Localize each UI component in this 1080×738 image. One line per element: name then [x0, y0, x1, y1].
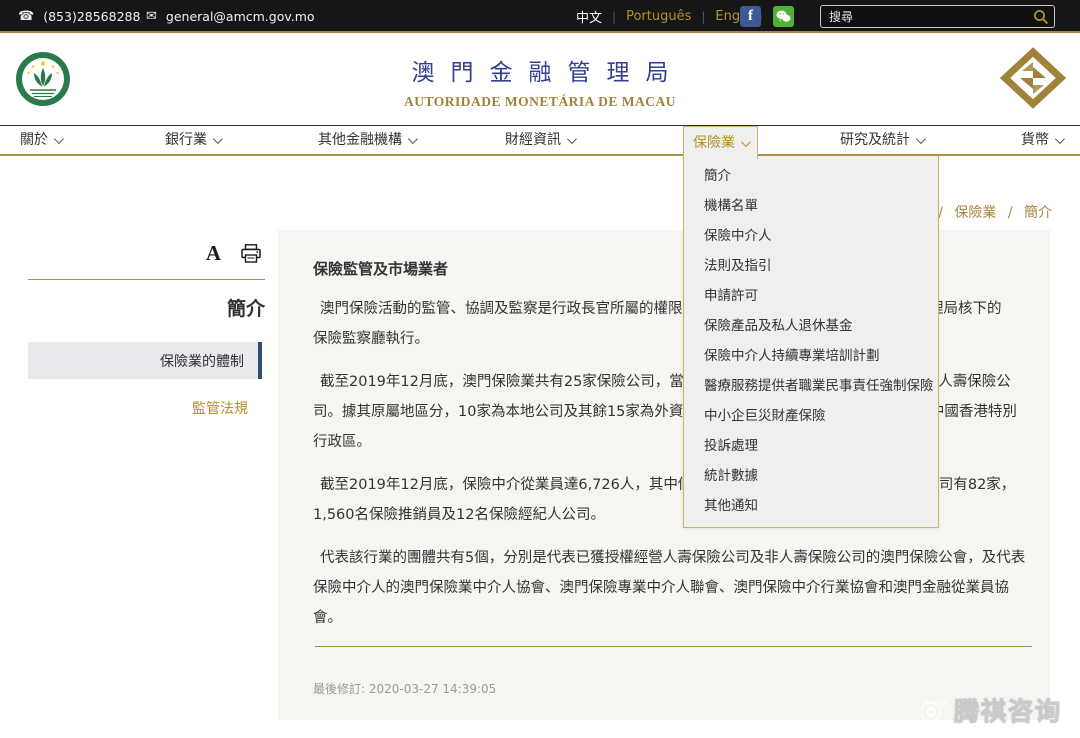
font-size-button[interactable]: A	[206, 243, 221, 264]
nav-item-banking[interactable]: 銀行業	[165, 126, 220, 154]
sidebar-item-insurance-system[interactable]: 保險業的體制	[28, 342, 262, 379]
nav-item-label: 銀行業	[165, 126, 207, 154]
top-bar: ☎ (853)28568288 ✉ general@amcm.gov.mo 中文…	[0, 0, 1080, 33]
sidebar-item-label: 保險業的體制	[160, 351, 244, 371]
dropdown-item-sme-catastrophe-insurance[interactable]: 中小企巨災財產保險	[684, 401, 938, 431]
wechat-icon[interactable]	[773, 6, 794, 27]
amcm-logo[interactable]	[1000, 47, 1066, 109]
breadcrumb-insurance[interactable]: 保險業	[954, 205, 996, 221]
email-address[interactable]: general@amcm.gov.mo	[166, 9, 315, 24]
phone-number: (853)28568288	[43, 9, 140, 24]
dropdown-item-introduction[interactable]: 簡介	[684, 161, 938, 191]
chevron-down-icon	[1055, 134, 1065, 144]
nav-item-about[interactable]: 關於	[20, 126, 61, 154]
nav-item-financial-info[interactable]: 財經資訊	[505, 126, 574, 154]
dropdown-item-statistics[interactable]: 統計數據	[684, 461, 938, 491]
nav-item-label: 研究及統計	[840, 126, 910, 154]
chevron-down-icon	[408, 134, 418, 144]
email-contact[interactable]: ✉ general@amcm.gov.mo	[146, 0, 315, 33]
nav-item-other-financial-institutions[interactable]: 其他金融機構	[318, 126, 415, 154]
dropdown-item-complaints[interactable]: 投訴處理	[684, 431, 938, 461]
search-input[interactable]	[821, 10, 1028, 24]
site-title-chinese: 澳門金融管理局	[16, 53, 1080, 87]
dropdown-item-institution-list[interactable]: 機構名單	[684, 191, 938, 221]
print-button[interactable]	[241, 244, 261, 263]
sidebar-item-regulations[interactable]: 監管法規	[0, 398, 278, 418]
chevron-down-icon	[916, 134, 926, 144]
nav-item-label: 關於	[20, 126, 48, 154]
language-switcher: 中文 | Português | English	[576, 0, 762, 33]
dropdown-item-cpd-programme[interactable]: 保險中介人持續專業培訓計劃	[684, 341, 938, 371]
nav-item-currency[interactable]: 貨幣	[1021, 126, 1062, 154]
site-title-portuguese: AUTORIDADE MONETÁRIA DE MACAU	[0, 94, 1080, 110]
lang-portuguese[interactable]: Português	[626, 9, 691, 24]
dropdown-item-other-notices[interactable]: 其他通知	[684, 491, 938, 521]
phone-icon: ☎	[18, 9, 34, 24]
facebook-icon[interactable]: f	[740, 6, 761, 27]
phone-contact: ☎ (853)28568288	[18, 0, 140, 33]
last-modified: 最後修訂: 2020-03-27 14:39:05	[313, 680, 1032, 697]
nav-item-insurance[interactable]: 保險業	[683, 126, 758, 159]
chevron-down-icon	[213, 134, 223, 144]
lang-chinese[interactable]: 中文	[576, 7, 602, 26]
insurance-dropdown-menu: 簡介 機構名單 保險中介人 法則及指引 申請許可 保險產品及私人退休基金 保險中…	[683, 156, 939, 528]
lang-separator: |	[701, 10, 705, 24]
breadcrumb-current: 簡介	[1024, 205, 1052, 221]
chevron-down-icon	[741, 137, 751, 147]
sidebar-divider	[28, 279, 265, 280]
mail-icon: ✉	[146, 9, 157, 24]
dropdown-item-products-pension-funds[interactable]: 保險產品及私人退休基金	[684, 311, 938, 341]
nav-item-label: 其他金融機構	[318, 126, 402, 154]
content-paragraph: 代表該行業的團體共有5個，分別是代表已獲授權經營人壽保險公司及非人壽保險公司的澳…	[313, 543, 1032, 633]
breadcrumb-separator: /	[1008, 205, 1013, 221]
site-title[interactable]: 澳門金融管理局 AUTORIDADE MONETÁRIA DE MACAU	[0, 53, 1080, 110]
page-tools: A	[0, 243, 278, 264]
social-links: f	[740, 6, 794, 27]
page: ☎ (853)28568288 ✉ general@amcm.gov.mo 中文…	[0, 0, 1080, 738]
lang-separator: |	[612, 10, 616, 24]
content-divider	[315, 646, 1032, 647]
search-bar	[820, 5, 1055, 28]
dropdown-item-application-license[interactable]: 申請許可	[684, 281, 938, 311]
dropdown-item-rules-guidelines[interactable]: 法則及指引	[684, 251, 938, 281]
nav-item-label: 保險業	[693, 129, 735, 157]
main-nav: 關於 銀行業 其他金融機構 財經資訊 保險業 研究及統計 貨幣	[0, 125, 1080, 156]
sidebar-heading: 簡介	[0, 294, 265, 321]
search-icon[interactable]	[1028, 9, 1054, 25]
dropdown-item-medical-liability-insurance[interactable]: 醫療服務提供者職業民事責任強制保險	[684, 371, 938, 401]
chevron-down-icon	[54, 134, 64, 144]
nav-item-research-statistics[interactable]: 研究及統計	[840, 126, 923, 154]
sidebar-item-label: 監管法規	[192, 401, 248, 417]
nav-item-label: 財經資訊	[505, 126, 561, 154]
chevron-down-icon	[567, 134, 577, 144]
site-header: 澳門金融管理局 AUTORIDADE MONETÁRIA DE MACAU	[0, 35, 1080, 125]
nav-item-label: 貨幣	[1021, 126, 1049, 154]
dropdown-item-insurance-intermediaries[interactable]: 保險中介人	[684, 221, 938, 251]
